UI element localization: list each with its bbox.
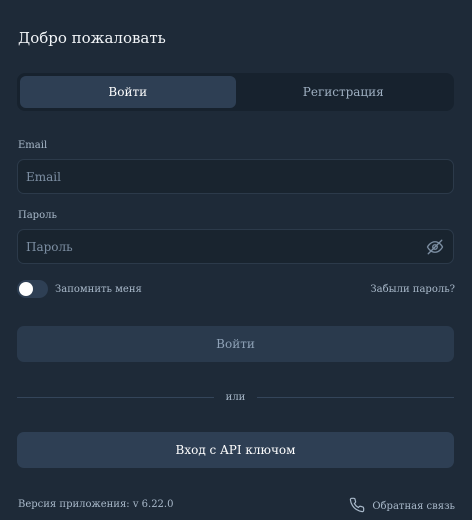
email-field-container	[17, 159, 454, 194]
or-divider: или	[17, 392, 454, 403]
phone-icon	[349, 497, 365, 516]
divider-line-left	[17, 397, 214, 398]
api-key-login-button[interactable]: Вход с API ключом	[17, 432, 454, 468]
eye-off-icon[interactable]	[425, 237, 445, 257]
tab-register[interactable]: Регистрация	[236, 76, 452, 108]
remember-me-label: Запомнить меня	[55, 284, 142, 295]
password-field[interactable]	[26, 239, 425, 254]
forgot-password-link[interactable]: Забыли пароль?	[370, 284, 455, 295]
email-field[interactable]	[26, 169, 445, 184]
toggle-knob	[19, 282, 33, 296]
divider-text: или	[225, 392, 246, 403]
auth-tabs: Войти Регистрация	[17, 73, 454, 111]
remember-me-toggle[interactable]	[17, 280, 48, 298]
page-title: Добро пожаловать	[18, 29, 166, 47]
divider-line-right	[257, 397, 454, 398]
password-label: Пароль	[18, 210, 57, 221]
feedback-label: Обратная связь	[372, 501, 455, 512]
email-label: Email	[18, 140, 48, 151]
password-field-container	[17, 229, 454, 264]
app-version: Версия приложения: v 6.22.0	[18, 499, 174, 510]
feedback-link[interactable]: Обратная связь	[349, 497, 455, 516]
login-button[interactable]: Войти	[17, 326, 454, 362]
tab-login[interactable]: Войти	[20, 76, 236, 108]
